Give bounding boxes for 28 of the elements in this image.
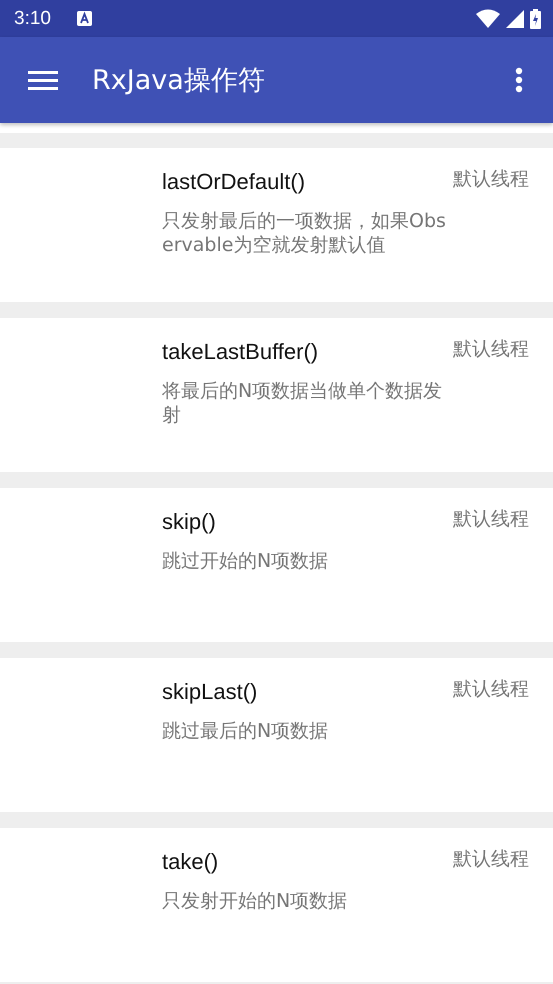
operator-card[interactable]: takeLastBuffer() 默认线程 将最后的N项数据当做单个数据发射 bbox=[0, 318, 553, 472]
notification-icon bbox=[76, 11, 92, 26]
operator-name: takeLastBuffer() bbox=[162, 339, 318, 365]
wifi-icon bbox=[476, 9, 500, 28]
menu-icon[interactable] bbox=[28, 70, 58, 90]
operator-name: skipLast() bbox=[162, 679, 258, 705]
thread-label: 默认线程 bbox=[453, 847, 529, 872]
signal-icon bbox=[506, 10, 524, 28]
thread-label: 默认线程 bbox=[453, 337, 529, 362]
battery-icon bbox=[530, 8, 541, 28]
operator-card[interactable]: take() 默认线程 只发射开始的N项数据 bbox=[0, 828, 553, 982]
operator-name: take() bbox=[162, 849, 218, 875]
operator-description: 跳过开始的N项数据 bbox=[162, 549, 330, 573]
operator-name: skip() bbox=[162, 509, 216, 535]
app-title: RxJava操作符 bbox=[92, 64, 266, 98]
thread-label: 默认线程 bbox=[453, 677, 529, 702]
more-options-icon[interactable] bbox=[515, 67, 523, 93]
operator-name: lastOrDefault() bbox=[162, 169, 306, 195]
thread-label: 默认线程 bbox=[453, 167, 529, 192]
thread-label: 默认线程 bbox=[453, 507, 529, 532]
operator-description: 只发射最后的一项数据，如果Observable为空就发射默认值 bbox=[162, 209, 447, 257]
operator-card[interactable]: skipLast() 默认线程 跳过最后的N项数据 bbox=[0, 658, 553, 812]
operator-description: 只发射开始的N项数据 bbox=[162, 889, 348, 913]
operator-description: 将最后的N项数据当做单个数据发射 bbox=[162, 379, 444, 427]
operator-description: 跳过最后的N项数据 bbox=[162, 719, 330, 743]
operator-card[interactable]: lastOrDefault() 默认线程 只发射最后的一项数据，如果Observable为空就发射默认值 bbox=[0, 148, 553, 302]
clock-time: 3:10 bbox=[14, 8, 51, 30]
operator-card[interactable]: skip() 默认线程 跳过开始的N项数据 bbox=[0, 488, 553, 642]
